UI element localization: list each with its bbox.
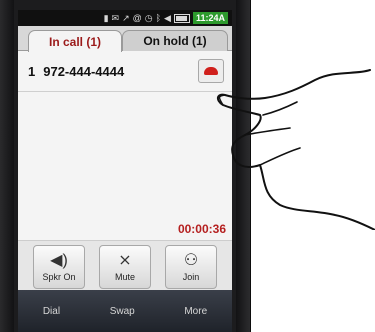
call-index: 1	[28, 63, 36, 79]
speaker-label: Spkr On	[42, 272, 76, 282]
call-details-area: 00:00:36	[18, 92, 232, 240]
bottom-softkeys: Dial Swap More	[18, 290, 232, 332]
email-icon: @	[132, 13, 142, 23]
alarm-icon: ◷	[144, 13, 153, 23]
phone-screen: ▮ ✉ ↗ @ ◷ ᛒ ◀ 11:24A In call (1) On hold…	[18, 10, 232, 332]
mute-icon: ⨯	[118, 252, 132, 269]
dial-softkey[interactable]: Dial	[43, 306, 60, 317]
tab-in-call[interactable]: In call (1)	[28, 30, 122, 52]
call-tabs: In call (1) On hold (1)	[18, 26, 232, 52]
status-time: 11:24A	[192, 12, 228, 24]
phone-left-edge	[0, 0, 14, 332]
missed-call-icon: ↗	[122, 13, 130, 23]
swap-softkey[interactable]: Swap	[110, 306, 135, 317]
signal-icon: ▮	[103, 13, 109, 23]
mute-label: Mute	[114, 272, 135, 282]
join-icon: ⚇	[183, 252, 199, 269]
status-bar: ▮ ✉ ↗ @ ◷ ᛒ ◀ 11:24A	[18, 10, 232, 26]
join-button[interactable]: ⚇ Join	[165, 245, 217, 289]
battery-icon	[173, 13, 190, 23]
bluetooth-icon: ᛒ	[155, 13, 162, 23]
speaker-button[interactable]: ◀) Spkr On	[33, 245, 85, 289]
more-softkey[interactable]: More	[184, 306, 207, 317]
volume-icon: ◀	[164, 13, 171, 23]
call-actions: ◀) Spkr On ⨯ Mute ⚇ Join	[18, 240, 232, 293]
join-label: Join	[182, 272, 200, 282]
speaker-icon: ◀)	[50, 252, 68, 269]
call-list-item[interactable]: 1 972-444-4444	[18, 51, 232, 92]
message-icon: ✉	[111, 13, 120, 23]
mute-button[interactable]: ⨯ Mute	[99, 245, 151, 289]
pointing-hand-illustration	[217, 69, 375, 230]
call-number: 972-444-4444	[43, 63, 125, 79]
